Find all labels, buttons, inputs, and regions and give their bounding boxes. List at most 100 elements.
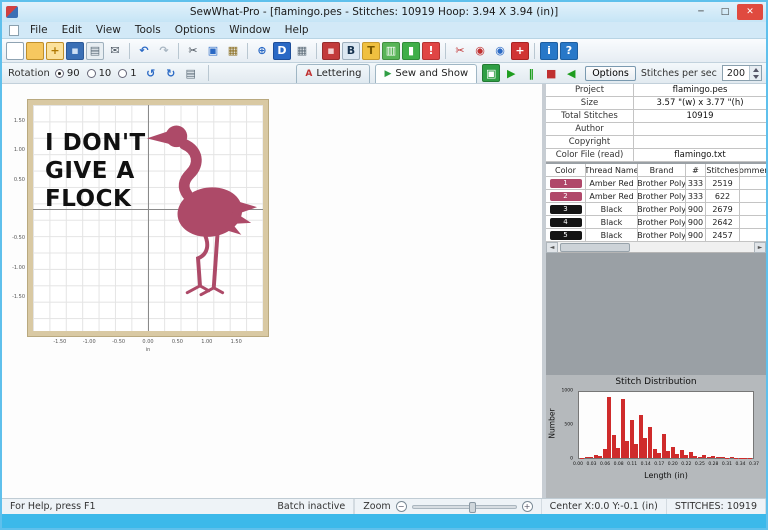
join-threads-blue-icon[interactable]: ◉ (491, 42, 509, 60)
copy-icon[interactable]: ▣ (204, 42, 222, 60)
redo-icon[interactable]: ↷ (155, 42, 173, 60)
thread-brand-cell: Brother Poly (638, 216, 686, 229)
zoom-out-icon[interactable]: − (395, 501, 407, 512)
thread-row[interactable]: 5 Black Brother Poly 900 2457 (546, 229, 766, 242)
thread-comment-cell (740, 229, 766, 242)
pause-icon[interactable]: ‖ (522, 64, 540, 82)
chart-x-tick: 0.17 (654, 462, 665, 467)
menu-edit[interactable]: Edit (55, 24, 89, 36)
rewind-icon[interactable]: ◀ (562, 64, 580, 82)
thread-row[interactable]: 4 Black Brother Poly 900 2642 (546, 216, 766, 229)
undo-icon[interactable]: ↶ (135, 42, 153, 60)
help-icon[interactable]: ? (560, 41, 578, 60)
rotation-option-90[interactable]: 90 (54, 68, 80, 79)
minimize-button[interactable]: ─ (689, 4, 713, 20)
thread-row[interactable]: 3 Black Brother Poly 900 2679 (546, 203, 766, 216)
close-button[interactable]: ✕ (737, 4, 763, 20)
cut-icon[interactable]: ✂ (184, 42, 202, 60)
stitches-per-sec-spinner[interactable]: 200 (721, 65, 762, 81)
thread-col-header[interactable]: # (686, 164, 706, 177)
thread-row[interactable]: 1 Amber Red Brother Poly 333 2519 (546, 177, 766, 190)
thread-color-swatch: 5 (549, 230, 582, 240)
sew-simulator-icon[interactable]: ▣ (482, 64, 501, 82)
rotation-option-1[interactable]: 1 (118, 68, 137, 79)
save-design-icon[interactable]: ▪ (322, 41, 340, 60)
ruler-x-label: -1.50 (53, 339, 67, 345)
thread-comment-cell (740, 216, 766, 229)
density-chart-icon[interactable]: ▮ (402, 41, 420, 60)
thread-col-header[interactable]: Thread Name (586, 164, 638, 177)
thread-code-cell: 900 (686, 216, 706, 229)
zoom-slider-thumb[interactable] (469, 501, 477, 513)
spinner-up-icon[interactable] (750, 66, 761, 73)
hscroll-thumb[interactable] (560, 243, 630, 252)
scroll-right-icon[interactable]: ► (754, 242, 766, 253)
thread-spool-icon[interactable]: T (362, 41, 380, 60)
lettering-icon[interactable]: B (342, 41, 360, 60)
email-icon[interactable]: ✉ (106, 42, 124, 60)
palette-icon[interactable]: ▥ (382, 41, 400, 60)
hscroll-track[interactable] (558, 242, 754, 252)
rotation-option-10[interactable]: 10 (86, 68, 111, 79)
print-design-icon[interactable]: ▤ (182, 64, 200, 82)
menu-help[interactable]: Help (278, 24, 316, 36)
print-icon[interactable]: ▤ (86, 41, 104, 60)
ruler-x-label: 0.50 (171, 339, 183, 345)
toolbar-separator (207, 65, 209, 81)
zoom-slider[interactable] (411, 501, 517, 513)
design-canvas[interactable]: I DON'T GIVE A FLOCK -1.50 -1.00 -0.50 0… (2, 84, 542, 498)
chart-bar (647, 427, 652, 458)
tab-sew-and-show[interactable]: ▶ Sew and Show (375, 63, 478, 83)
split-design-icon[interactable]: ✂ (451, 42, 469, 60)
chart-y-ticks: 0 500 1000 (546, 389, 576, 462)
paste-icon[interactable]: ▦ (224, 42, 242, 60)
grid-icon[interactable]: ▦ (293, 42, 311, 60)
stop-icon[interactable]: ■ (542, 64, 560, 82)
thread-row[interactable]: 2 Amber Red Brother Poly 333 622 (546, 190, 766, 203)
zoom-icon[interactable]: ⊕ (253, 42, 271, 60)
options-button[interactable]: Options (585, 65, 636, 81)
chart-bar (661, 434, 666, 458)
menu-file[interactable]: File (23, 24, 55, 36)
project-info-value (634, 123, 766, 136)
merge-file-icon[interactable]: + (46, 41, 64, 60)
thread-col-header[interactable]: Brand (638, 164, 686, 177)
rotate-ccw-icon[interactable]: ↺ (142, 64, 160, 82)
toolbar-separator (247, 42, 248, 59)
new-document-icon[interactable] (6, 41, 24, 60)
chart-xlabel: Length (in) (644, 471, 688, 480)
chart-bar (679, 450, 684, 458)
thread-code-cell: 900 (686, 229, 706, 242)
maximize-button[interactable]: □ (713, 4, 737, 20)
status-batch: Batch inactive (269, 499, 355, 514)
flamingo-design[interactable] (141, 111, 259, 323)
design-text[interactable]: I DON'T GIVE A FLOCK (45, 129, 146, 213)
info-icon[interactable]: i (540, 41, 558, 60)
save-icon[interactable]: ▪ (66, 41, 84, 60)
menu-window[interactable]: Window (222, 24, 277, 36)
spinner-down-icon[interactable] (750, 73, 761, 80)
menu-view[interactable]: View (89, 24, 128, 36)
tab-lettering[interactable]: A Lettering (296, 63, 371, 83)
thread-col-header[interactable]: Comment (740, 164, 766, 177)
rotation-label: Rotation (8, 67, 50, 79)
rotate-cw-icon[interactable]: ↻ (162, 64, 180, 82)
thread-col-header[interactable]: Stitches (706, 164, 740, 177)
thread-color-swatch: 2 (549, 191, 582, 201)
open-folder-icon[interactable] (26, 41, 44, 60)
warning-icon[interactable]: ! (422, 41, 440, 60)
chart-x-tick: 0.31 (721, 462, 732, 467)
play-icon[interactable]: ▶ (502, 64, 520, 82)
thread-table-hscrollbar[interactable]: ◄ ► (546, 242, 766, 253)
thread-color-cell: 3 (546, 203, 586, 216)
flag-icon[interactable]: + (511, 41, 529, 60)
menu-options[interactable]: Options (168, 24, 223, 36)
hoop-icon[interactable]: D (273, 41, 291, 60)
zoom-in-icon[interactable]: + (521, 501, 533, 512)
menu-tools[interactable]: Tools (128, 24, 168, 36)
thread-col-header[interactable]: Color (546, 164, 586, 177)
join-threads-red-icon[interactable]: ◉ (471, 42, 489, 60)
scroll-left-icon[interactable]: ◄ (546, 242, 558, 253)
chart-x-tick: 0.28 (708, 462, 719, 467)
thread-code-cell: 333 (686, 177, 706, 190)
